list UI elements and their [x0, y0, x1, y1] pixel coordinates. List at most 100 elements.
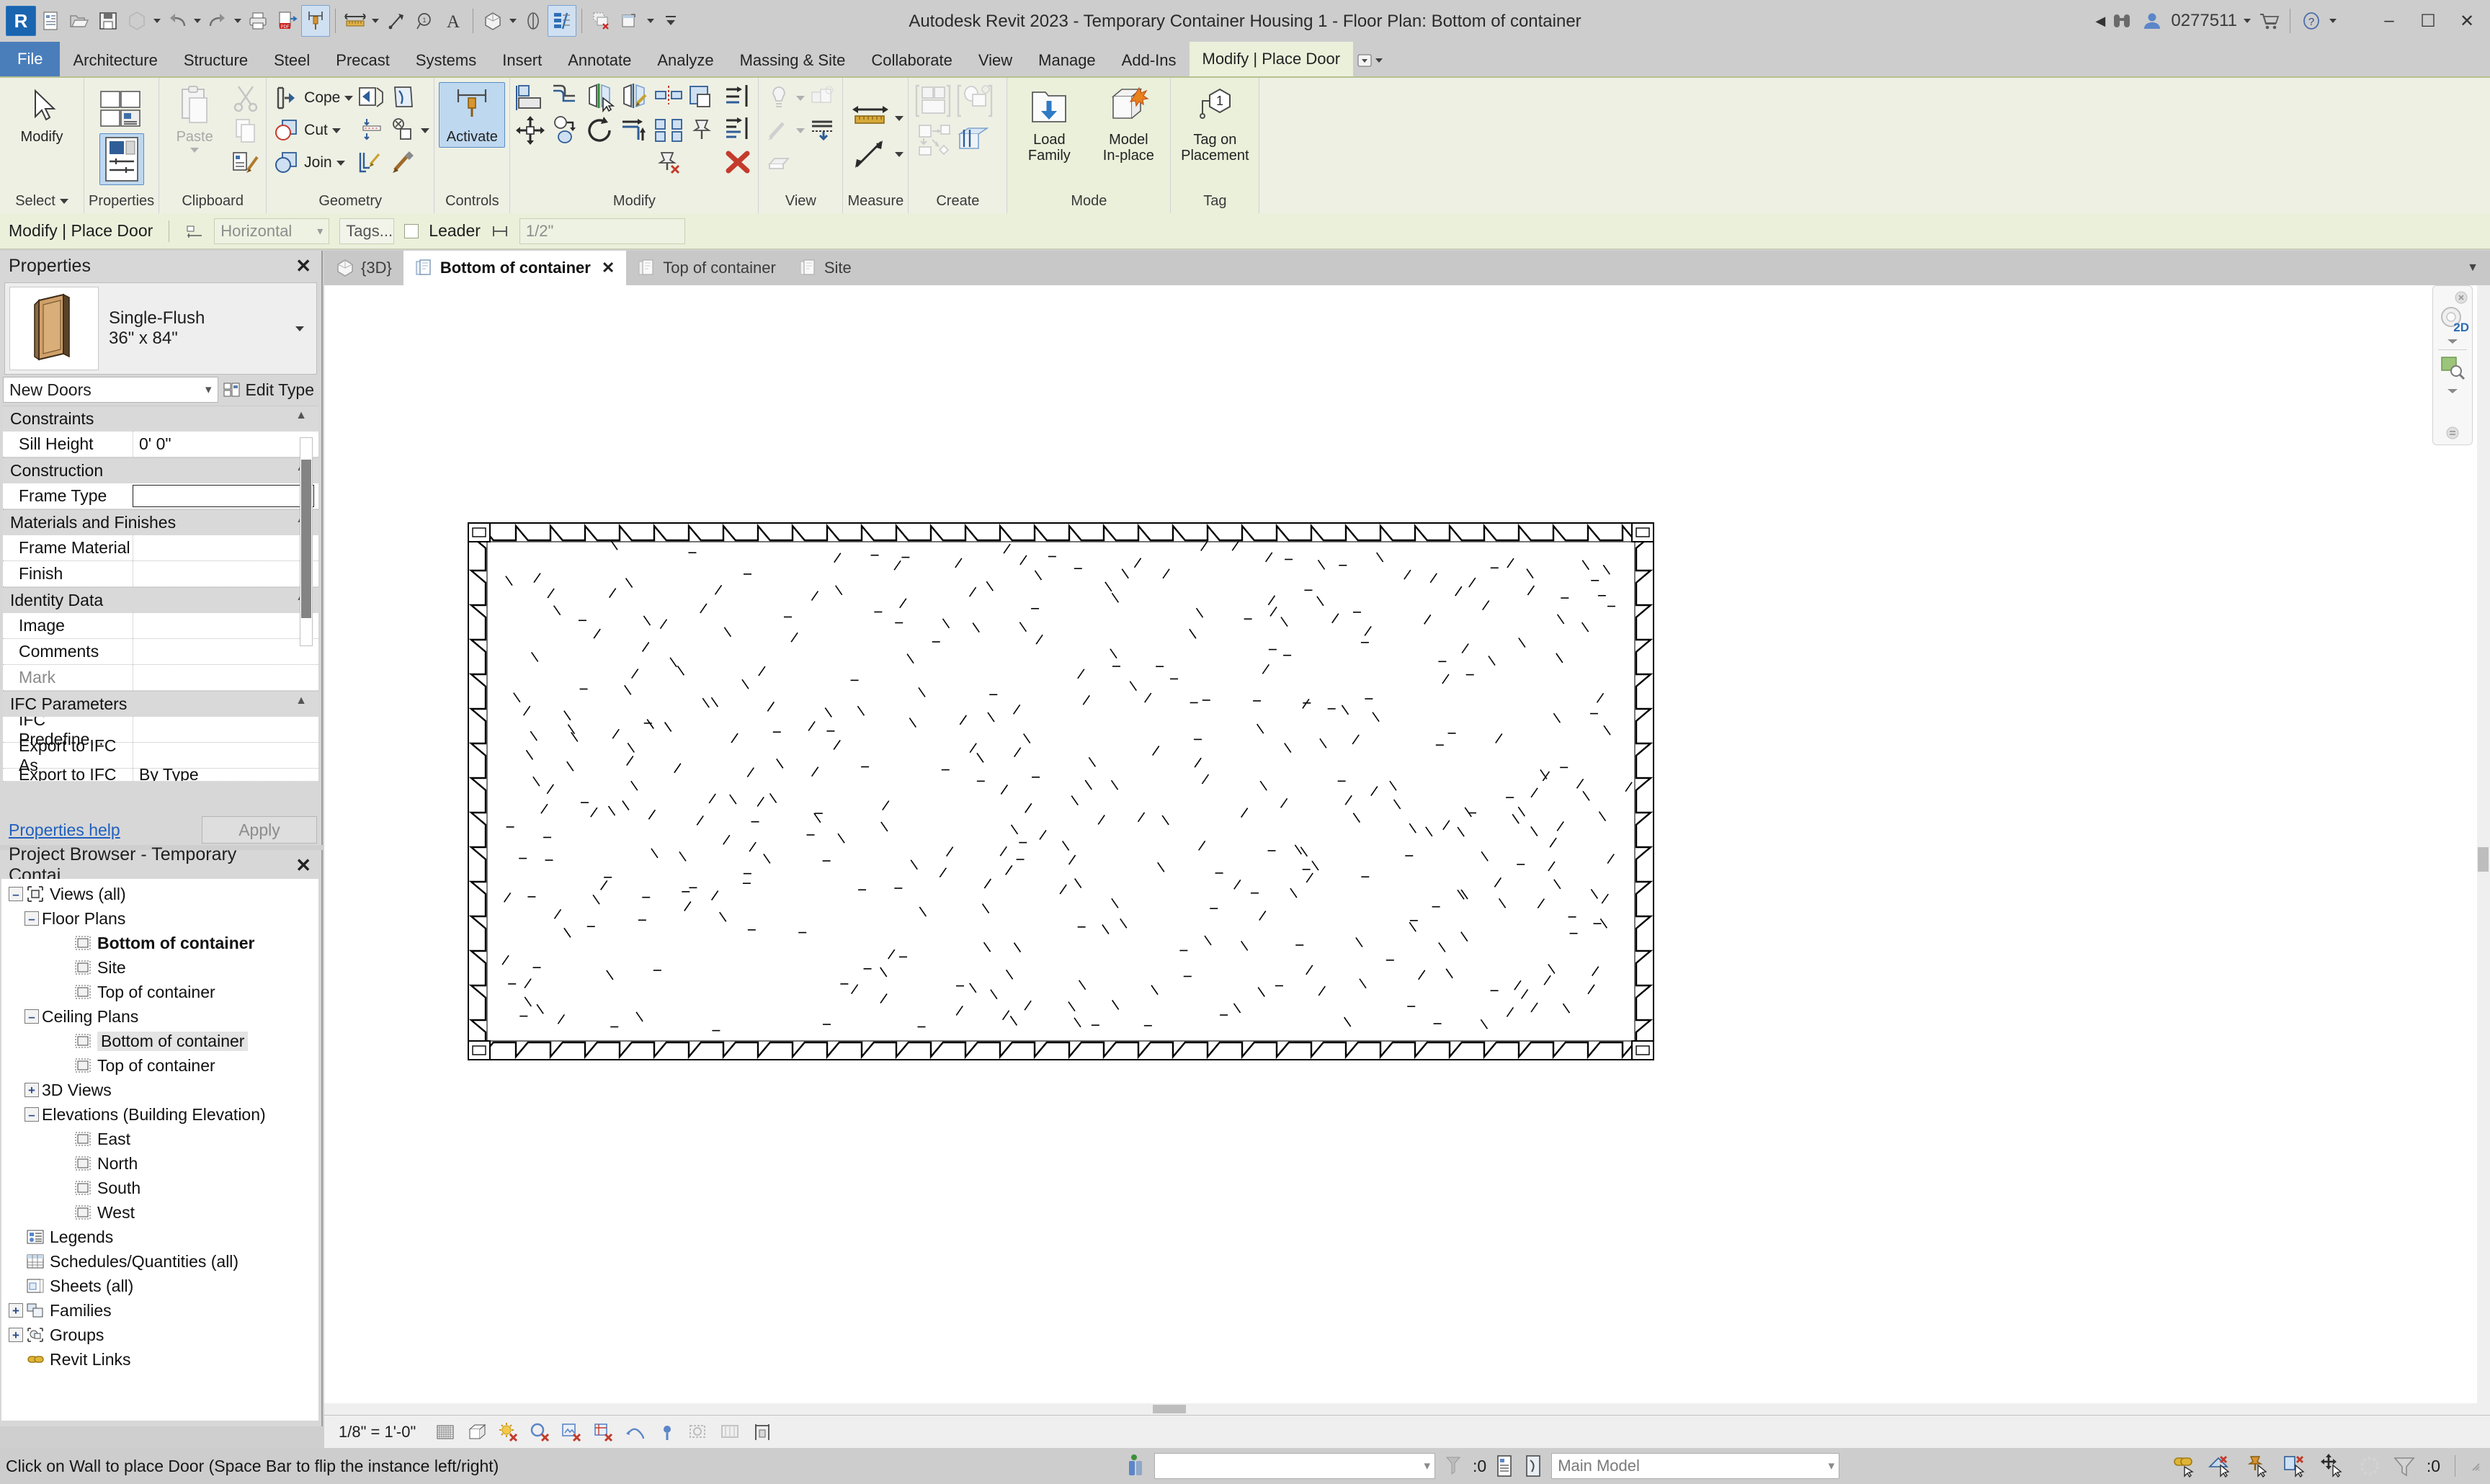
user-account-icon[interactable]: [2138, 5, 2167, 37]
properties-scrollbar[interactable]: [300, 437, 313, 646]
type-selector[interactable]: Single-Flush 36" x 84": [4, 282, 317, 375]
export-pdf-icon[interactable]: PDF: [272, 5, 301, 37]
shopping-cart-icon[interactable]: [2254, 5, 2283, 37]
maximize-button[interactable]: ☐: [2409, 1, 2447, 41]
join-geometry-button[interactable]: Join: [271, 147, 353, 179]
view-scale-label[interactable]: 1/8" = 1'-0": [339, 1423, 416, 1441]
print-icon[interactable]: [244, 5, 272, 37]
zoom-dropdown-icon[interactable]: [2446, 388, 2459, 395]
collapse-icon[interactable]: –: [24, 1107, 39, 1122]
instance-selector[interactable]: New Doors ▾: [3, 377, 218, 403]
shadows-off-icon[interactable]: [528, 1420, 553, 1444]
revit-logo-button[interactable]: R: [6, 6, 36, 36]
property-value[interactable]: [133, 561, 318, 586]
collapse-chevron-icon[interactable]: ▲: [295, 694, 307, 707]
collapse-icon[interactable]: –: [9, 887, 23, 901]
thin-lines-icon[interactable]: [548, 5, 576, 37]
browser-node-top-of-container[interactable]: Top of container: [1, 980, 318, 1004]
tab-structure[interactable]: Structure: [171, 45, 261, 76]
tab-insert[interactable]: Insert: [489, 45, 555, 76]
leader-checkbox[interactable]: [404, 223, 419, 238]
measure-along-an-element-icon[interactable]: [847, 135, 893, 173]
browser-node-bottom-of-container[interactable]: Bottom of container: [1, 931, 318, 955]
match-type-properties-icon[interactable]: [230, 147, 262, 179]
close-button[interactable]: ✕: [2448, 1, 2486, 41]
expand-icon[interactable]: +: [9, 1303, 23, 1318]
browser-node-revit-links[interactable]: Revit Links: [1, 1347, 318, 1372]
browser-node-north[interactable]: North: [1, 1151, 318, 1176]
browser-node-legends[interactable]: Legends: [1, 1225, 318, 1249]
browser-node-3d-views[interactable]: +3D Views: [1, 1078, 318, 1102]
property-value[interactable]: [133, 717, 318, 742]
workset-selector[interactable]: Main Model ▾: [1551, 1453, 1840, 1479]
property-row[interactable]: Mark: [3, 665, 318, 691]
property-value[interactable]: [133, 613, 318, 638]
orientation-select[interactable]: Horizontal ▾: [214, 218, 330, 244]
lock-3d-view-icon[interactable]: [655, 1420, 679, 1444]
type-properties-icon[interactable]: [97, 89, 147, 133]
steering-wheel-dropdown-icon[interactable]: [2446, 338, 2459, 345]
activate-button[interactable]: Activate: [439, 82, 506, 148]
copy-modify-icon[interactable]: [549, 115, 581, 146]
wall-joins-icon[interactable]: [354, 147, 386, 179]
tab-file[interactable]: File: [0, 42, 61, 76]
view-tab-bottom-of-container[interactable]: Bottom of container ✕: [403, 251, 627, 285]
3dview-dropdown-icon[interactable]: [507, 19, 519, 23]
show-crop-region-icon[interactable]: [623, 1420, 648, 1444]
demolish-icon[interactable]: [354, 82, 386, 114]
expand-icon[interactable]: +: [9, 1328, 23, 1342]
redo-icon[interactable]: [203, 5, 232, 37]
worksets-editable-combo[interactable]: ▾: [1154, 1453, 1435, 1479]
browser-node-elevations-building-elevation[interactable]: – Elevations (Building Elevation): [1, 1102, 318, 1127]
open-icon[interactable]: [65, 5, 94, 37]
view-tab-3d[interactable]: {3D}: [324, 251, 403, 285]
mirror-draw-axis-icon[interactable]: [618, 82, 650, 114]
property-value[interactable]: [133, 639, 318, 664]
tab-collaborate[interactable]: Collaborate: [858, 45, 965, 76]
tab-add-ins[interactable]: Add-Ins: [1109, 45, 1190, 76]
visual-style-icon[interactable]: [465, 1420, 489, 1444]
trim-multiple-icon[interactable]: [722, 115, 754, 146]
wall-opening-icon[interactable]: [388, 115, 419, 146]
link-selection-icon[interactable]: [2170, 1454, 2197, 1478]
cut-dropdown-icon[interactable]: [331, 128, 341, 133]
properties-button[interactable]: [99, 133, 144, 185]
crop-view-icon[interactable]: [592, 1420, 616, 1444]
unpin-icon[interactable]: [653, 147, 684, 179]
edit-type-button[interactable]: Edit Type: [223, 380, 318, 400]
leader-length-input[interactable]: 1/2": [519, 218, 685, 244]
browser-node-families[interactable]: + Families: [1, 1298, 318, 1323]
close-view-tab-icon[interactable]: ✕: [602, 259, 615, 277]
active-design-option-icon[interactable]: [1522, 1453, 1544, 1479]
property-row[interactable]: Image: [3, 613, 318, 639]
properties-help-link[interactable]: Properties help: [9, 821, 120, 840]
help-icon[interactable]: ?: [2297, 5, 2326, 37]
aligned-dimension-icon[interactable]: [341, 5, 370, 37]
navbar-options-icon[interactable]: [2445, 426, 2460, 440]
browser-node-floor-plans[interactable]: – Floor Plans: [1, 906, 318, 931]
view-tabs-overflow-icon[interactable]: ▼: [2467, 262, 2490, 274]
temporary-hide-isolate-icon[interactable]: [687, 1420, 711, 1444]
browser-node-schedules-quantities-all[interactable]: Schedules/Quantities (all): [1, 1249, 318, 1274]
close-hidden-windows-icon[interactable]: [587, 5, 616, 37]
move-icon[interactable]: [514, 115, 546, 146]
paint-icon[interactable]: [388, 147, 419, 179]
browser-node-top-of-container[interactable]: Top of container: [1, 1053, 318, 1078]
panel-title-select[interactable]: Select: [4, 192, 79, 213]
frame-type-input[interactable]: [133, 485, 314, 507]
view-tab-top-of-container[interactable]: Top of container: [626, 251, 787, 285]
create-parts-icon[interactable]: [955, 120, 1002, 158]
property-value[interactable]: 0' 0": [133, 432, 318, 457]
help-dropdown-icon[interactable]: [2327, 19, 2339, 23]
browser-node-sheets-all[interactable]: Sheets (all): [1, 1274, 318, 1298]
expand-icon[interactable]: +: [24, 1083, 39, 1097]
apply-button[interactable]: Apply: [202, 816, 317, 844]
load-family-button[interactable]: Load Family: [1012, 82, 1086, 164]
rendering-dialog-icon[interactable]: [560, 1420, 584, 1444]
drawing-canvas[interactable]: 2D: [324, 285, 2490, 1415]
exclude-options-icon[interactable]: [1494, 1453, 1515, 1479]
zoom-region-icon[interactable]: [2438, 354, 2467, 380]
search-binoculars-icon[interactable]: [2107, 5, 2136, 37]
property-row[interactable]: Finish: [3, 561, 318, 587]
switch-windows-icon[interactable]: [616, 5, 645, 37]
